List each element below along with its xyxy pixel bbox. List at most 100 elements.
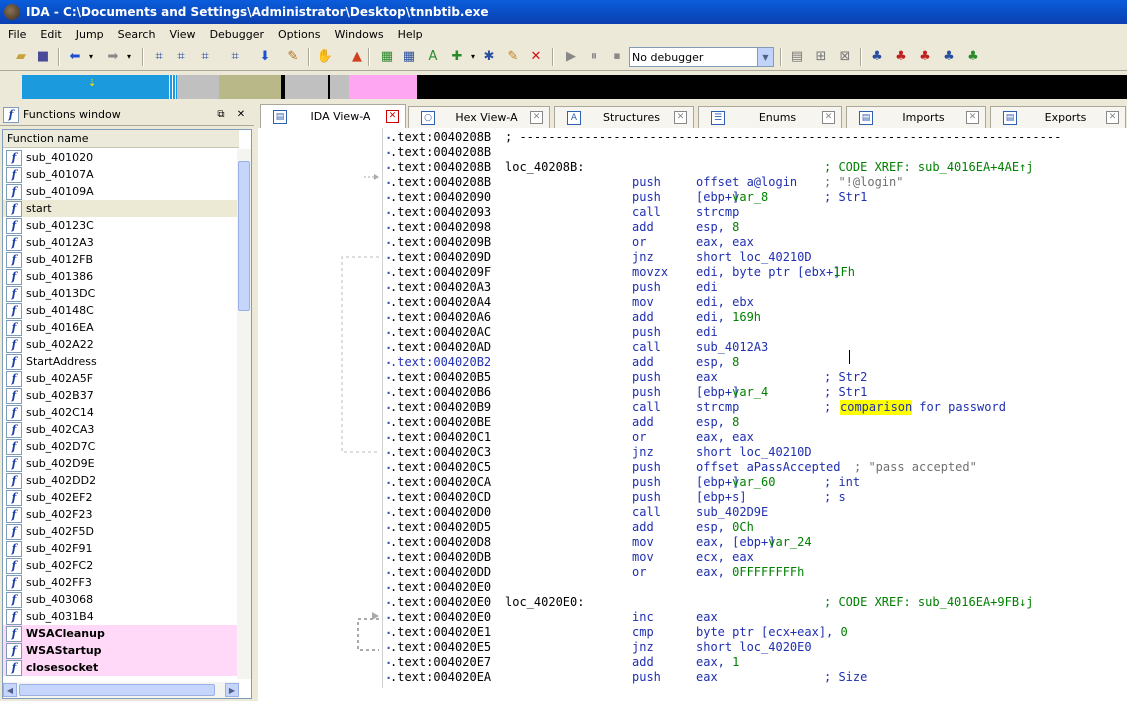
menu-help[interactable]: Help [392,28,431,41]
menu-file[interactable]: File [2,28,34,41]
pause-process-icon[interactable]: ⏸ [585,48,603,66]
functions-list[interactable]: Function name f sub_401020 f sub_40107A f sub… [2,129,252,699]
close-icon[interactable]: ✕ [234,108,248,122]
functions-horizontal-scrollbar[interactable]: ◀ ▶ [3,682,239,698]
scrollbar-thumb[interactable] [238,161,250,311]
nav-band-strip[interactable]: ⇣ [22,75,1127,99]
close-icon[interactable]: ✕ [966,111,979,124]
breakpoint-list-icon[interactable]: ▤ [788,48,806,66]
function-row[interactable]: f sub_402D9E [3,455,239,472]
rename-icon[interactable]: ✎ [504,48,522,66]
hand-icon[interactable]: ✋ [316,48,334,66]
scroll-left-icon[interactable]: ◀ [3,683,17,697]
jump-down-icon[interactable]: ⬇ [256,48,274,66]
open-folder-icon[interactable]: ▰ [12,48,30,66]
text-search-icon[interactable]: ⌗ [172,48,190,66]
function-row[interactable]: f sub_402DD2 [3,472,239,489]
function-row[interactable]: f sub_402F91 [3,540,239,557]
back-dropdown-icon[interactable]: ▾ [82,48,100,66]
delete-breakpoint-icon[interactable]: ⊠ [836,48,854,66]
make-data-icon[interactable]: ▦ [400,48,418,66]
stop-process-icon[interactable]: ⏹ [608,48,626,66]
function-row[interactable]: f sub_402A5F [3,370,239,387]
function-row[interactable]: f sub_402C14 [3,404,239,421]
menu-jump[interactable]: Jump [70,28,112,41]
function-row[interactable]: f sub_402F5D [3,523,239,540]
function-row[interactable]: f start [3,200,239,217]
menu-search[interactable]: Search [112,28,164,41]
xrefs-to-icon[interactable]: ♣ [892,48,910,66]
function-row[interactable]: f closesocket [3,659,239,676]
close-icon[interactable]: ✕ [1106,111,1119,124]
menu-edit[interactable]: Edit [34,28,69,41]
function-row[interactable]: f sub_401386 [3,268,239,285]
tab-exports[interactable]: ▤ Exports ✕ [990,106,1126,128]
delete-icon[interactable]: ✕ [527,48,545,66]
binary-search-icon[interactable]: ⌗ [150,48,168,66]
xrefs-from-icon[interactable]: ♣ [916,48,934,66]
function-row[interactable]: f sub_402FF3 [3,574,239,591]
tab-hex-view-a[interactable]: ○ Hex View-A ✕ [408,106,550,128]
start-process-icon[interactable]: ▶ [562,48,580,66]
function-row[interactable]: f sub_402CA3 [3,421,239,438]
close-icon[interactable]: ✕ [674,111,687,124]
function-row[interactable]: f sub_4012FB [3,251,239,268]
function-row[interactable]: f sub_40123C [3,217,239,234]
tab-enums[interactable]: ☰ Enums ✕ [698,106,842,128]
tab-imports[interactable]: ▤ Imports ✕ [846,106,986,128]
scroll-right-icon[interactable]: ▶ [225,683,239,697]
run-green-icon[interactable] [341,48,359,66]
undefine-icon[interactable]: ✱ [480,48,498,66]
function-row[interactable]: f WSACleanup [3,625,239,642]
function-icon: f [6,659,22,676]
menu-debugger[interactable]: Debugger [204,28,272,41]
line-comment: ; Size [824,670,868,684]
menu-options[interactable]: Options [272,28,328,41]
ida-view-a[interactable]: . .text:0040208B; -----------------------… [258,128,1127,701]
make-ascii-icon[interactable]: A [424,48,442,66]
search-next-icon[interactable]: ⌗ [226,48,244,66]
scrollbar-thumb[interactable] [19,684,215,696]
flow-chart-icon[interactable]: ♣ [868,48,886,66]
function-row[interactable]: f sub_40148C [3,302,239,319]
save-icon[interactable]: ■ [34,48,52,66]
debugger-select[interactable]: No debugger ▼ [629,47,774,67]
function-row[interactable]: f WSAStartup [3,642,239,659]
function-row[interactable]: f sub_401020 [3,149,239,166]
close-icon[interactable]: ✕ [530,111,543,124]
chevron-down-icon[interactable]: ▼ [757,48,773,66]
function-row[interactable]: f sub_40107A [3,166,239,183]
function-row[interactable]: f sub_402FC2 [3,557,239,574]
jump-address-icon[interactable]: ✎ [284,48,302,66]
function-name-column-header[interactable]: Function name [3,130,239,148]
call-graph-icon[interactable]: ♣ [940,48,958,66]
add-breakpoint-icon[interactable]: ⊞ [812,48,830,66]
line-address: .text:004020D8 [390,535,492,549]
function-row[interactable]: f StartAddress [3,353,239,370]
function-row[interactable]: f sub_4013DC [3,285,239,302]
user-xrefs-icon[interactable]: ♣ [964,48,982,66]
disassembly-listing[interactable]: . .text:0040208B; -----------------------… [382,128,1127,688]
function-row[interactable]: f sub_402B37 [3,387,239,404]
function-row[interactable]: f sub_402F23 [3,506,239,523]
function-row[interactable]: f sub_403068 [3,591,239,608]
close-icon[interactable]: ✕ [822,111,835,124]
navigation-band[interactable]: ⇣ [0,70,1127,102]
function-row[interactable]: f sub_4012A3 [3,234,239,251]
function-row[interactable]: f sub_402D7C [3,438,239,455]
immediate-search-icon[interactable]: ⌗ [196,48,214,66]
function-row[interactable]: f sub_402EF2 [3,489,239,506]
function-row[interactable]: f sub_4016EA [3,319,239,336]
float-window-icon[interactable]: ⧉ [214,108,228,122]
functions-vertical-scrollbar[interactable] [237,149,251,679]
function-row[interactable]: f sub_402A22 [3,336,239,353]
close-icon[interactable]: ✕ [386,110,399,123]
function-row[interactable]: f sub_40109A [3,183,239,200]
forward-dropdown-icon[interactable]: ▾ [120,48,138,66]
tab-ida-view-a[interactable]: ▤ IDA View-A ✕ [260,104,406,128]
make-code-icon[interactable]: ▦ [378,48,396,66]
menu-windows[interactable]: Windows [328,28,391,41]
function-row[interactable]: f sub_4031B4 [3,608,239,625]
tab-structures[interactable]: A Structures ✕ [554,106,694,128]
menu-view[interactable]: View [163,28,203,41]
